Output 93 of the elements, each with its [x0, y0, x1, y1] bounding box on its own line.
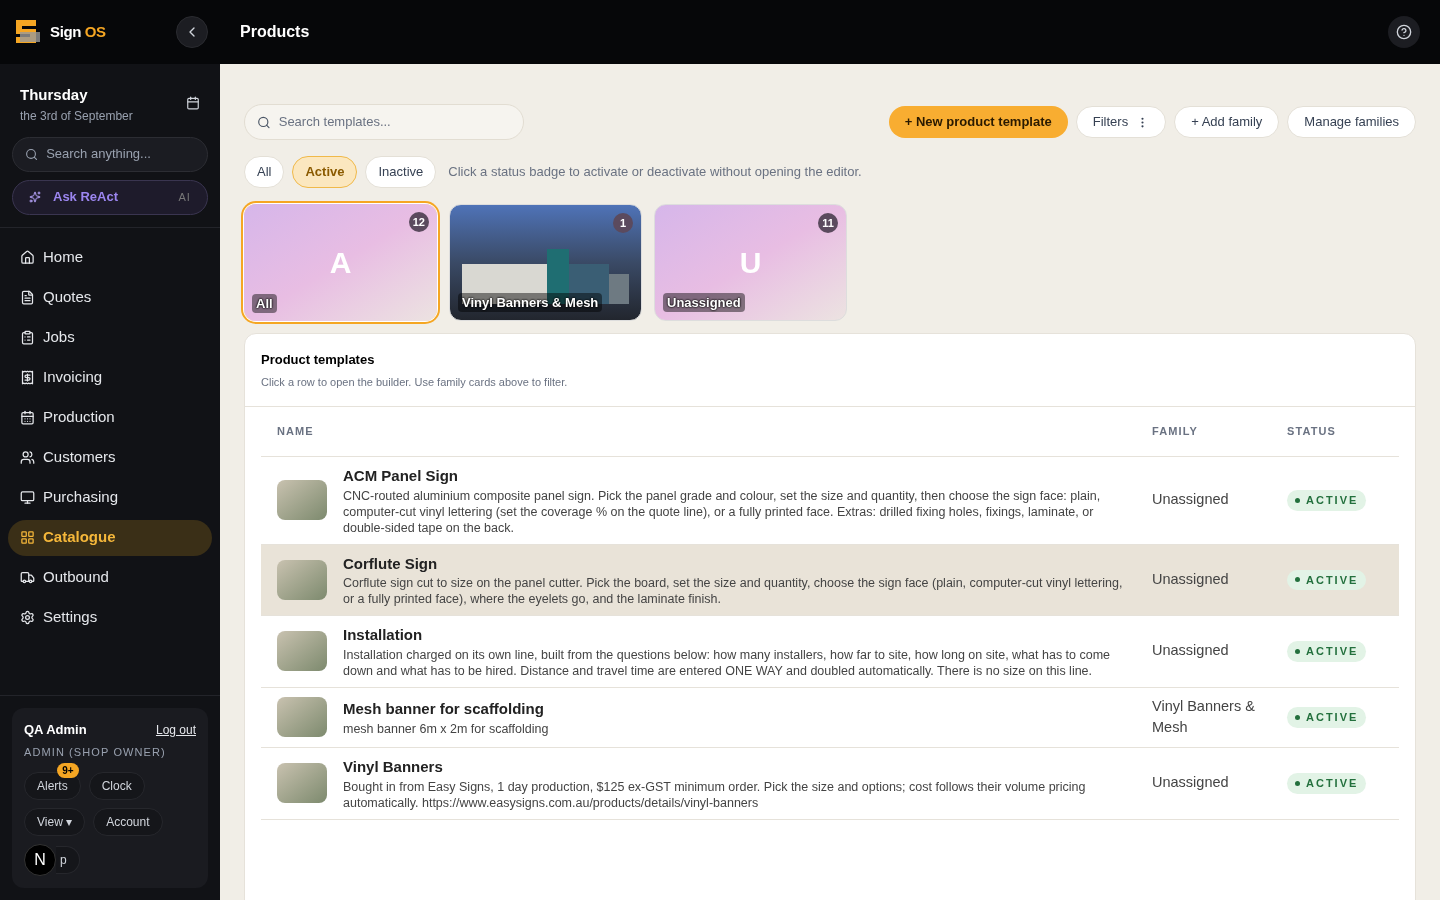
product-thumbnail [277, 697, 327, 738]
status-filter[interactable]: Active [292, 156, 358, 188]
nav-item[interactable]: Customers [8, 439, 212, 476]
family-letter: U [739, 247, 762, 278]
action-button[interactable]: + Add family [1174, 106, 1280, 138]
product-description: mesh banner 6m x 2m for scaffolding [343, 720, 549, 737]
product-name: ACM Panel Sign [343, 466, 459, 486]
template-row[interactable] [261, 544, 1399, 616]
search-input[interactable]: Search anything... [46, 144, 195, 164]
truck-icon [20, 570, 35, 585]
action-button[interactable]: Manage families [1287, 106, 1416, 138]
family-label: Unassigned [663, 292, 745, 312]
status-badge[interactable]: ACTIVE [1287, 773, 1367, 794]
search-input[interactable]: Search templates... [278, 112, 511, 132]
product-thumbnail [277, 480, 327, 521]
nav-item[interactable]: Settings [8, 599, 212, 636]
nav-item[interactable]: Production [8, 399, 212, 436]
product-thumbnail [277, 763, 327, 804]
sparkle-icon [29, 191, 41, 203]
family-card[interactable]: A 12 All [244, 204, 437, 321]
grid-icon [20, 530, 35, 545]
document-icon [20, 290, 35, 305]
nav-item[interactable]: Purchasing [8, 479, 212, 516]
collapse-button[interactable] [176, 16, 208, 48]
panel-subtitle: Click a row to open the builder. Use family cards above to filter. [261, 374, 569, 390]
nav-item[interactable]: Quotes [8, 279, 212, 316]
family-letter: A [329, 247, 352, 278]
product-name: Mesh banner for scaffolding [343, 699, 545, 719]
nav-item[interactable]: Home [8, 239, 212, 276]
avatar[interactable]: N [24, 844, 56, 876]
page-title: Products [240, 22, 310, 42]
product-description: CNC-routed aluminium composite panel sign. Pick the panel grade and colour, set the size and quantity, then choose the sign face: plain, computer-cut vinyl lettering (set the coverage % on the quote line), or a fully printed face. Extras: drilled fixing holes, fixings, laminate, or double-sided tape on the back. [343, 487, 1102, 536]
user-role: ADMIN (SHOP OWNER) [24, 744, 167, 760]
status-badge[interactable]: ACTIVE [1287, 641, 1367, 662]
status-badge[interactable]: ACTIVE [1287, 707, 1367, 728]
family-cell-text: Vinyl Banners & Mesh [1152, 696, 1256, 738]
alert-badge: 9+ [57, 763, 79, 778]
column-header: NAME [277, 424, 315, 440]
nav-item[interactable]: Catalogue [8, 519, 212, 556]
status-badge[interactable]: ACTIVE [1287, 569, 1367, 590]
user-button[interactable]: View ▾ [24, 808, 86, 836]
product-name: Installation [343, 625, 424, 645]
status-filter[interactable]: All [244, 156, 285, 188]
new-template-button[interactable]: + New product template [888, 106, 1068, 138]
calendar-icon[interactable] [186, 96, 200, 110]
nav-item[interactable]: Invoicing [8, 359, 212, 396]
user-button[interactable]: Account [93, 808, 163, 836]
house-icon [20, 250, 35, 265]
template-row[interactable]: Mesh banner for scaffolding mesh banner 6m x 2m for scaffolding Vinyl Banners & Mesh ACTIVE [261, 687, 1399, 748]
column-header: FAMILY [1152, 424, 1199, 440]
family-label: All [252, 293, 277, 313]
family-card[interactable]: U 11 Unassigned [654, 204, 847, 321]
nav-item[interactable]: Jobs [8, 319, 212, 356]
status-filter[interactable]: Inactive [365, 156, 437, 188]
calendar-icon [20, 410, 35, 425]
monitor-icon [20, 490, 35, 505]
column-header: STATUS [1287, 424, 1337, 440]
family-cell-text: Unassigned [1152, 773, 1230, 793]
user-name: QA Admin [24, 721, 87, 739]
product-thumbnail [277, 631, 327, 672]
action-button[interactable]: Filters [1075, 106, 1167, 138]
receipt-icon [20, 370, 35, 385]
date-label: the 3rd of September [20, 107, 133, 125]
status-badge[interactable]: ACTIVE [1287, 490, 1367, 511]
search-icon [25, 146, 39, 162]
settings-icon [20, 610, 35, 625]
clipboard-icon [20, 330, 35, 345]
panel-title: Product templates [261, 351, 376, 369]
product-name: Corflute Sign [343, 553, 439, 574]
count-badge: 12 [408, 212, 429, 232]
people-icon [20, 450, 35, 465]
user-button[interactable]: Clock [88, 772, 145, 800]
brand-name: Sign OS [50, 21, 106, 42]
product-description: Bought in from Easy Signs, 1 day production, $125 ex-GST minimum order. Pick the size and options; cost follows their volume pricing automatically. https://www.easysigns.com.au/products/details/vinyl-banners [343, 778, 1087, 811]
ask-ai-button[interactable]: Ask ReAct AI [12, 179, 208, 215]
count-badge: 11 [818, 213, 838, 233]
product-thumbnail [277, 559, 327, 600]
product-description: Installation charged on its own line, built from the questions below: how many installers, how far to site, how long on site, what has to come down and what has to be hired. Distance and travel time are entered ONE WAY and doubled automatically. There is no size on this line. [343, 646, 1112, 679]
search-field[interactable]: Search anything... [12, 136, 208, 172]
product-description: Corflute sign cut to size on the panel cutter. Pick the board, set the size and quantity, choose the sign face (plain, computer-cut vinyl lettering, or a fully printed face), where the eyelets go, and the laminate finish. [343, 575, 1124, 607]
count-badge: 1 [613, 213, 633, 233]
family-cell-text: Unassigned [1152, 490, 1230, 510]
search-icon [257, 114, 271, 130]
family-cell-text: Unassigned [1152, 569, 1230, 589]
nav-item[interactable]: Outbound [8, 559, 212, 596]
family-cell-text: Unassigned [1152, 641, 1230, 661]
help-button[interactable] [1388, 16, 1420, 48]
product-name: Vinyl Banners [343, 757, 444, 777]
user-button[interactable]: p [56, 846, 80, 874]
help-icon [1396, 24, 1412, 40]
day-label: Thursday [20, 85, 89, 105]
logout-link[interactable]: Log out [155, 720, 196, 739]
status-hint: Click a status badge to activate or deactivate without opening the editor. [448, 163, 862, 182]
